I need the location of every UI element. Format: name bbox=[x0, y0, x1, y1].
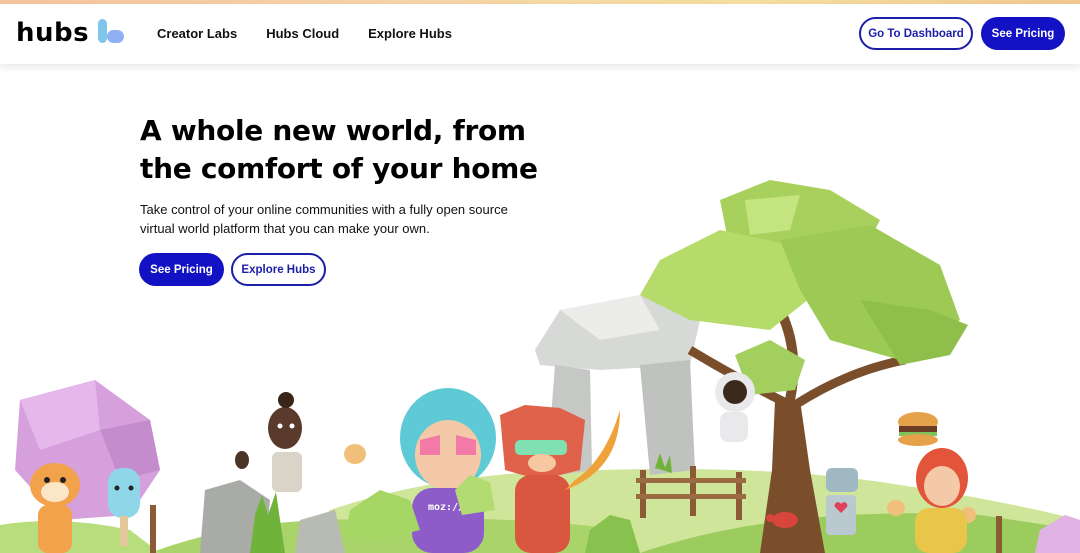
nav-item-hubs-cloud[interactable]: Hubs Cloud bbox=[266, 26, 339, 41]
nav-item-explore-hubs[interactable]: Explore Hubs bbox=[368, 26, 452, 41]
nav-item-creator-labs[interactable]: Creator Labs bbox=[157, 26, 237, 41]
go-to-dashboard-button[interactable]: Go To Dashboard bbox=[859, 17, 973, 50]
main-nav: Creator Labs Hubs Cloud Explore Hubs bbox=[157, 26, 452, 41]
header-see-pricing-button[interactable]: See Pricing bbox=[981, 17, 1065, 50]
virtual-world-illustration: moz://a bbox=[0, 180, 1080, 553]
hero-title-line-1: A whole new world, from bbox=[140, 114, 526, 147]
hubs-logo[interactable]: hubs bbox=[16, 18, 127, 48]
logo-wordmark: hubs bbox=[16, 18, 90, 48]
logo-mark-icon bbox=[97, 19, 127, 47]
site-header: hubs Creator Labs Hubs Cloud Explore Hub… bbox=[0, 4, 1080, 64]
